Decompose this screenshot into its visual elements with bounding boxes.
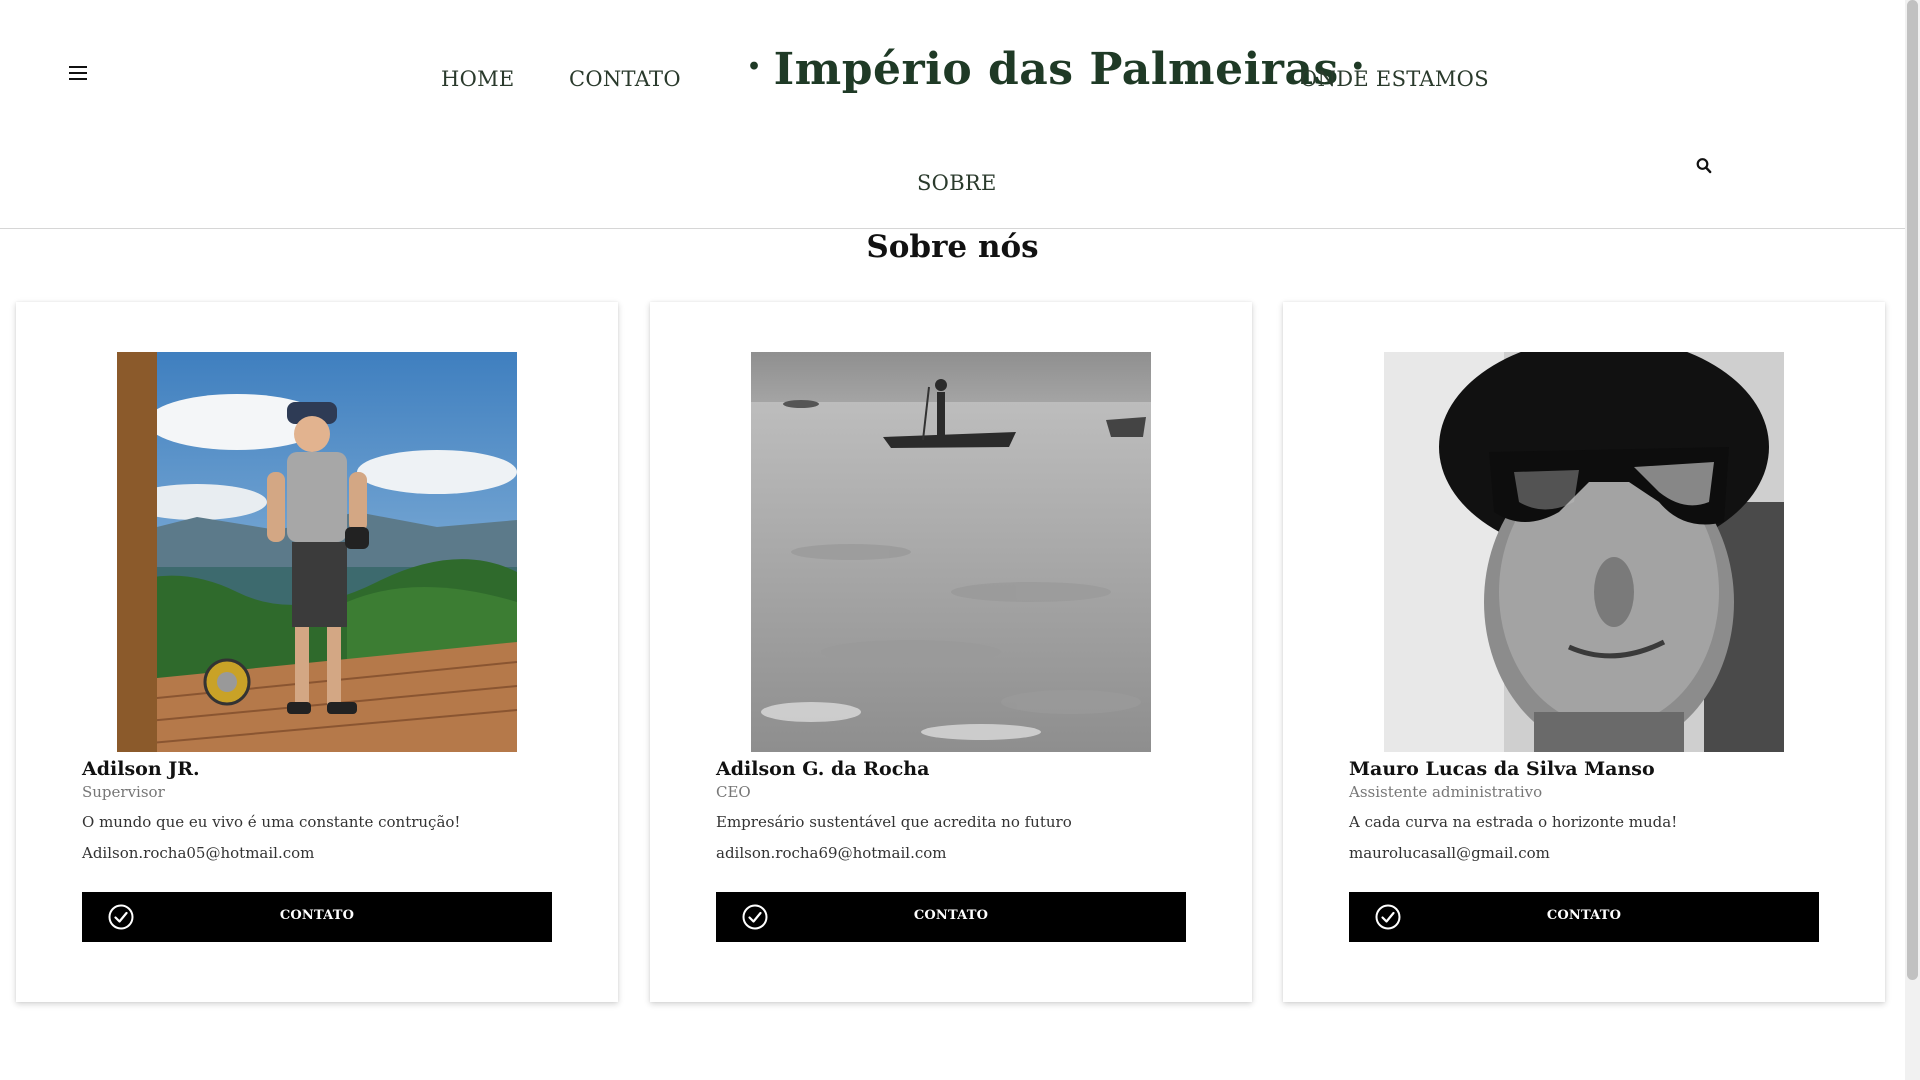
brand-dot-left: •: [747, 53, 762, 80]
contato-button[interactable]: CONTATO: [82, 892, 552, 942]
team-photo: [751, 352, 1151, 752]
site-header: HOME CONTATO • Império das Palmeiras • OND…: [0, 0, 1905, 229]
team-member-quote: Empresário sustentável que acredita no f…: [716, 813, 1072, 831]
nav-sobre[interactable]: SOBRE: [917, 171, 997, 195]
team-member-name: Adilson G. da Rocha: [716, 758, 930, 780]
contato-button[interactable]: CONTATO: [716, 892, 1186, 942]
team-member-role: CEO: [716, 783, 751, 801]
team-card: Adilson G. da Rocha CEO Empresário suste…: [650, 302, 1252, 1002]
page-scrollbar-thumb[interactable]: [1907, 0, 1918, 980]
team-member-role: Assistente administrativo: [1349, 783, 1543, 801]
team-card: Mauro Lucas da Silva Manso Assistente ad…: [1283, 302, 1885, 1002]
site-brand[interactable]: • Império das Palmeiras •: [735, 44, 1377, 95]
team-member-email: maurolucasall@gmail.com: [1349, 844, 1550, 862]
hamburger-icon[interactable]: [66, 62, 90, 84]
nav-contato[interactable]: CONTATO: [569, 67, 681, 91]
team-photo: [1384, 352, 1784, 752]
nav-onde-estamos[interactable]: ONDE ESTAMOS: [1300, 67, 1489, 91]
team-card: Adilson JR. Supervisor O mundo que eu vi…: [16, 302, 618, 1002]
contato-button[interactable]: CONTATO: [1349, 892, 1819, 942]
contato-button-label: CONTATO: [1546, 908, 1622, 923]
team-photo: [117, 352, 517, 752]
search-icon[interactable]: [1696, 157, 1712, 175]
team-member-name: Adilson JR.: [82, 758, 200, 780]
contato-button-label: CONTATO: [913, 908, 989, 923]
contato-button-label: CONTATO: [279, 908, 355, 923]
team-member-quote: O mundo que eu vivo é uma constante cont…: [82, 813, 461, 831]
team-member-quote: A cada curva na estrada o horizonte muda…: [1349, 813, 1678, 831]
page-title: Sobre nós: [866, 229, 1039, 265]
team-member-role: Supervisor: [82, 783, 165, 801]
team-member-email: Adilson.rocha05@hotmail.com: [82, 844, 315, 862]
brand-text: Império das Palmeiras: [773, 44, 1339, 95]
nav-home[interactable]: HOME: [441, 67, 515, 91]
team-member-name: Mauro Lucas da Silva Manso: [1349, 758, 1655, 780]
team-member-email: adilson.rocha69@hotmail.com: [716, 844, 947, 862]
